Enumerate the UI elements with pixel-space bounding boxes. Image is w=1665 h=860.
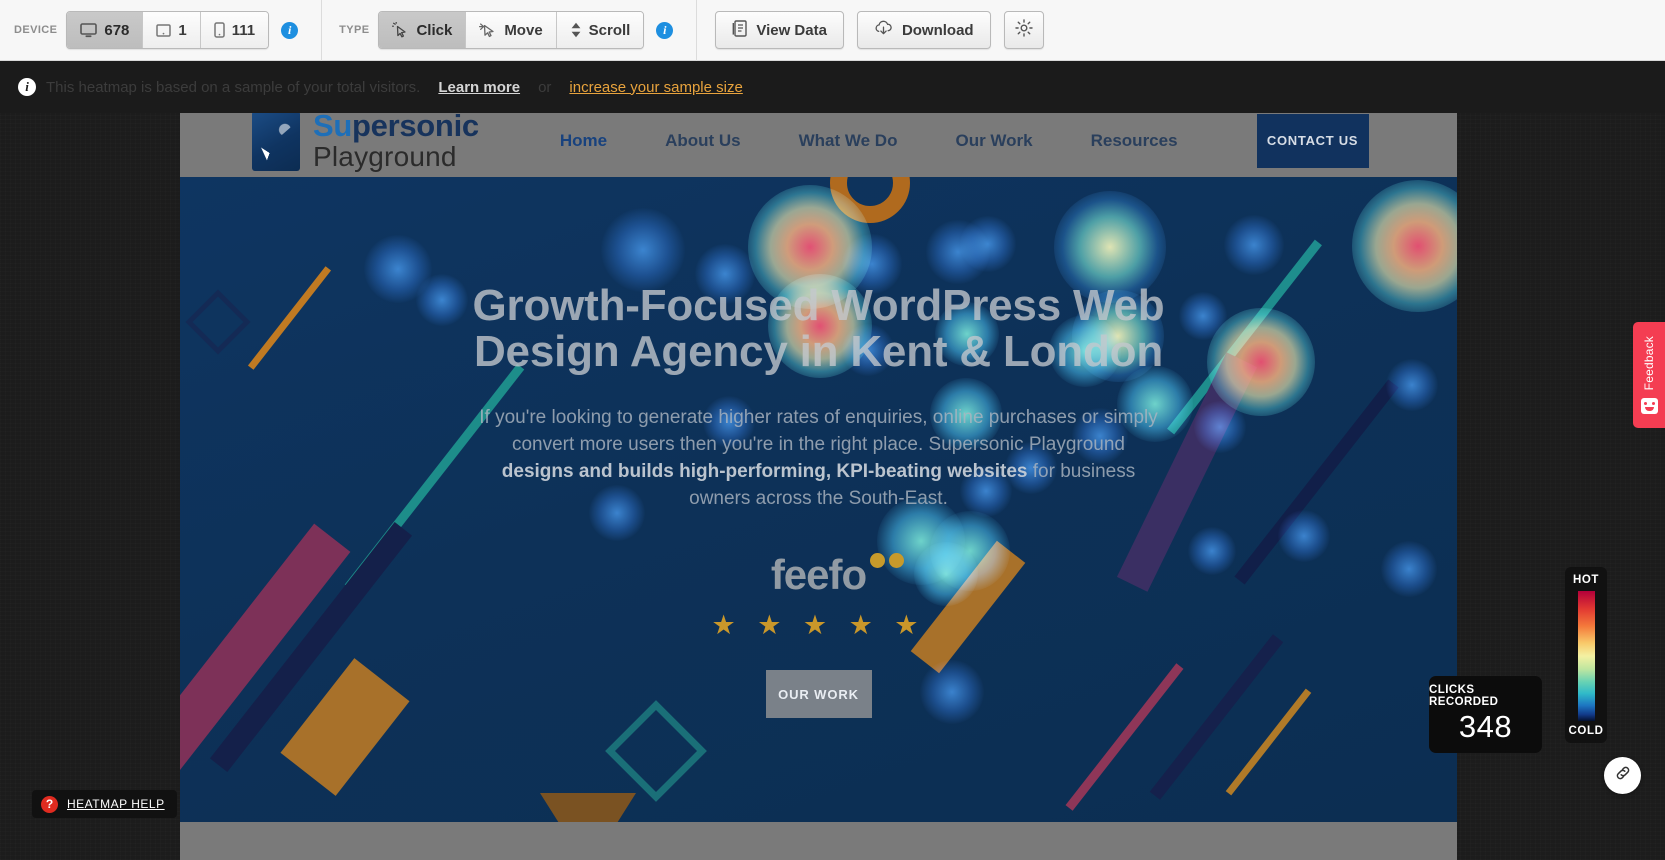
info-icon: i [18, 78, 36, 96]
feefo-logo: feefo [770, 551, 905, 599]
gear-icon [1014, 19, 1033, 41]
site-logo[interactable]: Supersonic Playground [252, 110, 479, 171]
clicks-recorded-card: CLICKS RECORDED 348 [1429, 676, 1542, 753]
legend-cold-label: COLD [1568, 725, 1604, 737]
settings-button[interactable] [1003, 11, 1044, 49]
device-group-label: DEVICE [14, 24, 58, 36]
chain-link-icon [1614, 764, 1632, 787]
smiley-face-icon [1640, 397, 1658, 414]
toolbar-actions-group: View Data Download [697, 0, 1044, 61]
heatmap-stage: Supersonic Playground Home About Us What… [0, 61, 1665, 860]
device-filter-group: DEVICE 678 1 111 i [0, 0, 299, 61]
click-cursor-icon [392, 21, 409, 39]
device-tablet-count: 1 [178, 21, 187, 39]
nav-item-our-work[interactable]: Our Work [926, 131, 1061, 151]
type-group-label: TYPE [339, 24, 370, 36]
view-data-button[interactable]: View Data [715, 11, 844, 49]
device-desktop-button[interactable]: 678 [67, 12, 144, 48]
hero-heading-line-2: Design Agency in Kent & London [473, 327, 1164, 377]
device-info-icon[interactable]: i [281, 21, 299, 39]
hero-paragraph: If you're looking to generate higher rat… [474, 405, 1164, 513]
recorded-page-preview: Supersonic Playground Home About Us What… [180, 104, 1457, 860]
increase-sample-size-link[interactable]: increase your sample size [569, 79, 742, 96]
device-mobile-button[interactable]: 111 [200, 12, 269, 48]
move-cursor-icon [479, 22, 497, 38]
heatmap-toolbar: DEVICE 678 1 111 i TYPE Click Move Scrol… [0, 0, 1665, 61]
type-click-button[interactable]: Click [379, 12, 467, 48]
hero-our-work-button[interactable]: OUR WORK [765, 670, 872, 719]
site-nav-links: Home About Us What We Do Our Work Resour… [531, 131, 1207, 151]
logo-mark-icon [252, 110, 300, 171]
nav-contact-us-button[interactable]: CONTACT US [1256, 113, 1369, 168]
heatmap-help-button[interactable]: ? HEATMAP HELP [32, 790, 177, 818]
clicks-recorded-value: 348 [1458, 709, 1513, 744]
sample-notice-or: or [538, 78, 552, 96]
site-hero: Growth-Focused WordPress Web Design Agen… [180, 177, 1457, 822]
hero-heading-line-1: Growth-Focused WordPress Web [472, 281, 1165, 330]
share-link-button[interactable] [1604, 757, 1641, 794]
device-mobile-count: 111 [231, 21, 256, 39]
scroll-arrows-icon [570, 22, 582, 38]
nav-item-home[interactable]: Home [531, 131, 636, 151]
type-info-icon[interactable]: i [656, 21, 674, 39]
feefo-dots-icon [870, 553, 905, 571]
hero-content: Growth-Focused WordPress Web Design Agen… [180, 177, 1457, 719]
type-move-button[interactable]: Move [466, 12, 557, 48]
site-section-below-hero [180, 822, 1457, 860]
desktop-icon [80, 22, 98, 38]
logo-line-1: Supersonic [313, 110, 479, 141]
heatmap-legend: HOT COLD [1565, 567, 1607, 743]
cloud-download-icon [874, 20, 893, 40]
hero-heading: Growth-Focused WordPress Web Design Agen… [180, 281, 1457, 377]
question-mark-icon: ? [41, 795, 58, 813]
star-rating: ★ ★ ★ ★ ★ [711, 610, 926, 641]
feedback-label: Feedback [1642, 336, 1656, 391]
download-label: Download [901, 21, 974, 39]
document-icon [732, 19, 748, 41]
feedback-tab[interactable]: Feedback [1633, 322, 1665, 428]
logo-highlight: Su [313, 108, 353, 143]
learn-more-link[interactable]: Learn more [438, 79, 520, 96]
device-tablet-button[interactable]: 1 [143, 12, 201, 48]
type-segmented-control: Click Move Scroll [378, 11, 645, 49]
type-scroll-button[interactable]: Scroll [556, 12, 644, 48]
clicks-recorded-label: CLICKS RECORDED [1429, 684, 1499, 708]
nav-item-resources[interactable]: Resources [1062, 131, 1207, 151]
mobile-icon [213, 22, 225, 38]
type-move-label: Move [504, 21, 543, 39]
hero-paragraph-part-1: If you're looking to generate higher rat… [479, 407, 1158, 456]
tablet-icon [156, 23, 172, 37]
type-click-label: Click [416, 21, 453, 39]
feefo-wordmark: feefo [770, 551, 867, 599]
nav-item-what-we-do[interactable]: What We Do [770, 131, 927, 151]
view-data-label: View Data [756, 21, 827, 39]
deco-triangle-orange [540, 793, 636, 822]
site-header: Supersonic Playground Home About Us What… [180, 104, 1457, 177]
device-desktop-count: 678 [104, 21, 130, 39]
legend-hot-label: HOT [1572, 574, 1600, 586]
heatmap-help-label: HEATMAP HELP [67, 797, 165, 811]
device-segmented-control: 678 1 111 [66, 11, 270, 49]
logo-line-2: Playground [313, 141, 457, 172]
download-button[interactable]: Download [856, 11, 991, 49]
type-scroll-label: Scroll [588, 21, 631, 39]
nav-item-about-us[interactable]: About Us [636, 131, 770, 151]
sample-notice-text: This heatmap is based on a sample of you… [46, 78, 421, 96]
type-filter-group: TYPE Click Move Scroll i [322, 0, 674, 61]
hero-paragraph-bold: designs and builds high-performing, KPI-… [501, 461, 1028, 483]
logo-rest: personic [352, 108, 479, 143]
legend-gradient-bar [1577, 591, 1595, 721]
sample-notice-banner: i This heatmap is based on a sample of y… [0, 61, 1665, 113]
